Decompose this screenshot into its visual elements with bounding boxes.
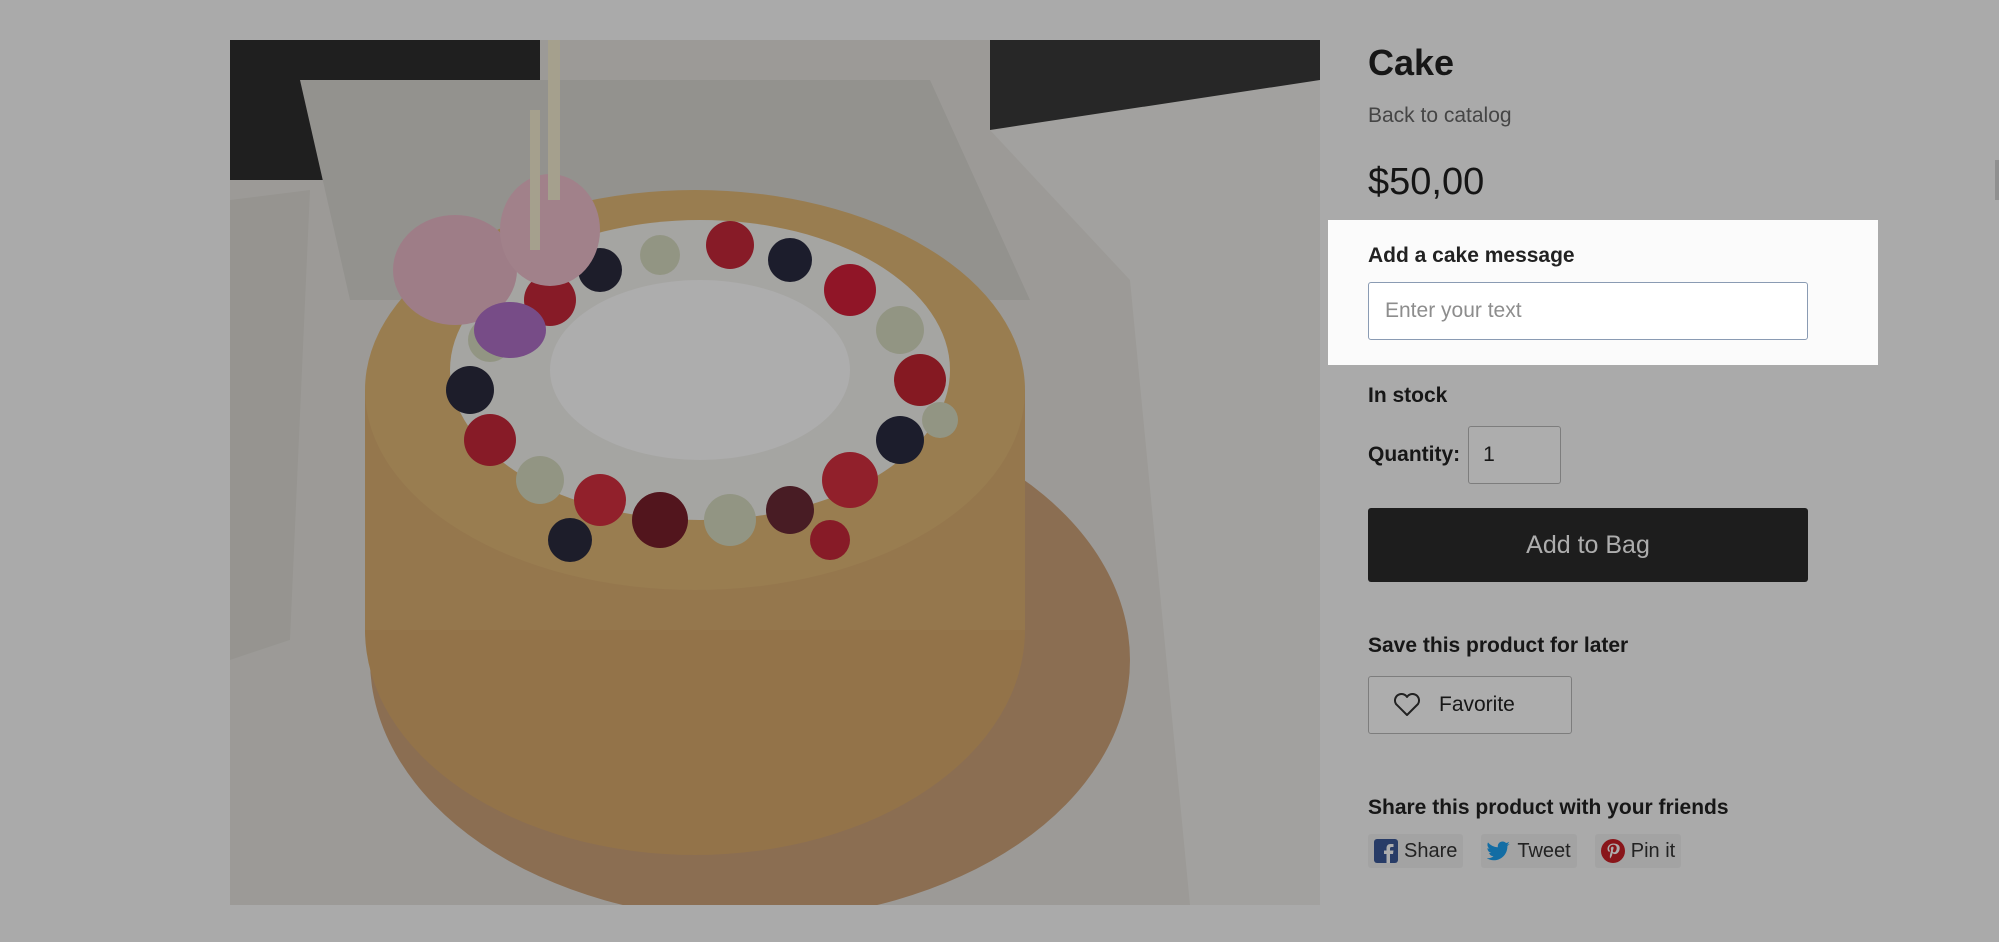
favorite-button[interactable]: Favorite: [1368, 676, 1572, 734]
cake-message-input[interactable]: [1368, 282, 1808, 340]
share-twitter-button[interactable]: Tweet: [1481, 834, 1577, 868]
product-info: Cake Back to catalog $50,00 Add a cake m…: [1368, 40, 1888, 868]
quantity-row: Quantity:: [1368, 426, 1888, 484]
cake-message-section: Add a cake message: [1368, 244, 1888, 340]
share-pinterest-label: Pin it: [1630, 839, 1676, 862]
product-page: Cake Back to catalog $50,00 Add a cake m…: [0, 0, 1999, 942]
favorite-label: Favorite: [1439, 693, 1515, 716]
pinterest-icon: [1600, 839, 1625, 863]
overlay-shade-right: [1878, 220, 1999, 365]
product-title: Cake: [1368, 42, 1455, 83]
share-facebook-button[interactable]: Share: [1368, 834, 1464, 868]
add-to-bag-button[interactable]: Add to Bag: [1368, 508, 1808, 582]
product-price: $50,00: [1368, 161, 1485, 203]
stock-status: In stock: [1368, 384, 1448, 407]
back-to-catalog-link[interactable]: Back to catalog: [1368, 104, 1512, 128]
heart-icon: [1393, 693, 1421, 716]
cake-photo: [230, 40, 1320, 905]
facebook-icon: [1374, 839, 1398, 863]
save-for-later-heading: Save this product for later: [1368, 634, 1629, 657]
quantity-input[interactable]: [1468, 426, 1562, 484]
product-image: [230, 40, 1320, 905]
cake-message-label: Add a cake message: [1368, 244, 1575, 267]
share-twitter-label: Tweet: [1517, 839, 1571, 862]
share-pinterest-button[interactable]: Pin it: [1594, 834, 1682, 868]
scrollbar[interactable]: [1995, 160, 1999, 200]
share-buttons: Share Tweet Pin it: [1368, 834, 1888, 868]
quantity-label: Quantity:: [1368, 443, 1461, 466]
share-facebook-label: Share: [1404, 839, 1458, 862]
twitter-icon: [1487, 841, 1511, 861]
share-heading: Share this product with your friends: [1368, 796, 1729, 819]
